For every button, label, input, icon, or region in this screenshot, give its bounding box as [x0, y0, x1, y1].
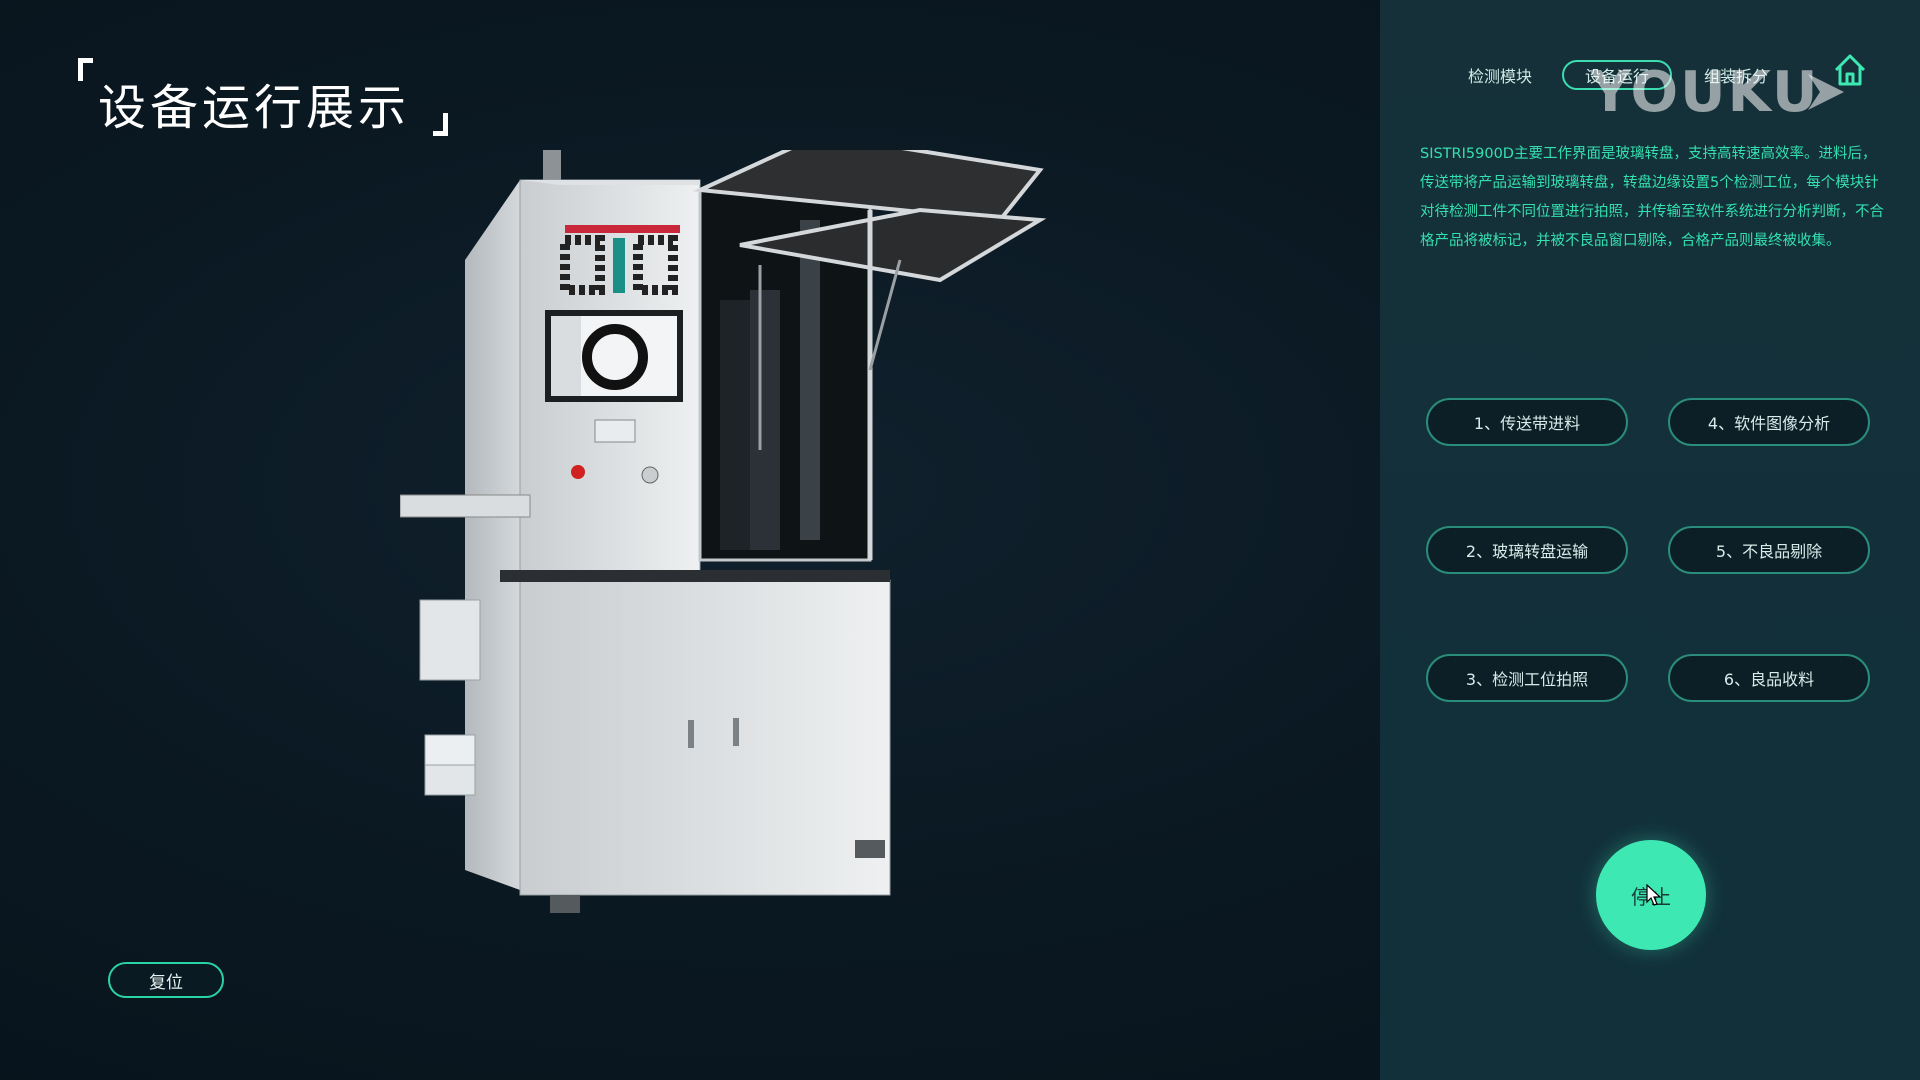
step-4-image-analysis-button[interactable]: 4、软件图像分析 [1668, 398, 1870, 446]
equipment-description: SISTRI5900D主要工作界面是玻璃转盘，支持高转速高效率。进料后，传送带将… [1420, 146, 1884, 249]
title-bracket-left [78, 58, 93, 81]
youku-watermark: YOUKU [1590, 60, 1820, 125]
step-1-conveyor-feed-button[interactable]: 1、传送带进料 [1426, 398, 1628, 446]
page-title-frame: 设备运行展示 [78, 58, 448, 136]
equipment-3d-model[interactable] [400, 150, 1160, 930]
home-icon[interactable] [1830, 50, 1870, 90]
tab-detection-module[interactable]: 检测模块 [1450, 60, 1550, 90]
reset-button[interactable]: 复位 [108, 962, 224, 998]
step-3-station-photo-button[interactable]: 3、检测工位拍照 [1426, 654, 1628, 702]
right-panel: 检测模块 设备运行 组装拆分 YOUKU SISTRI5900D主要工作界面是玻… [1380, 0, 1920, 1080]
step-2-glass-turntable-button[interactable]: 2、玻璃转盘运输 [1426, 526, 1628, 574]
page-title: 设备运行展示 [98, 80, 411, 136]
title-bracket-right [433, 113, 448, 136]
cursor-icon [1646, 884, 1662, 906]
step-5-reject-defective-button[interactable]: 5、不良品剔除 [1668, 526, 1870, 574]
step-6-good-collection-button[interactable]: 6、良品收料 [1668, 654, 1870, 702]
